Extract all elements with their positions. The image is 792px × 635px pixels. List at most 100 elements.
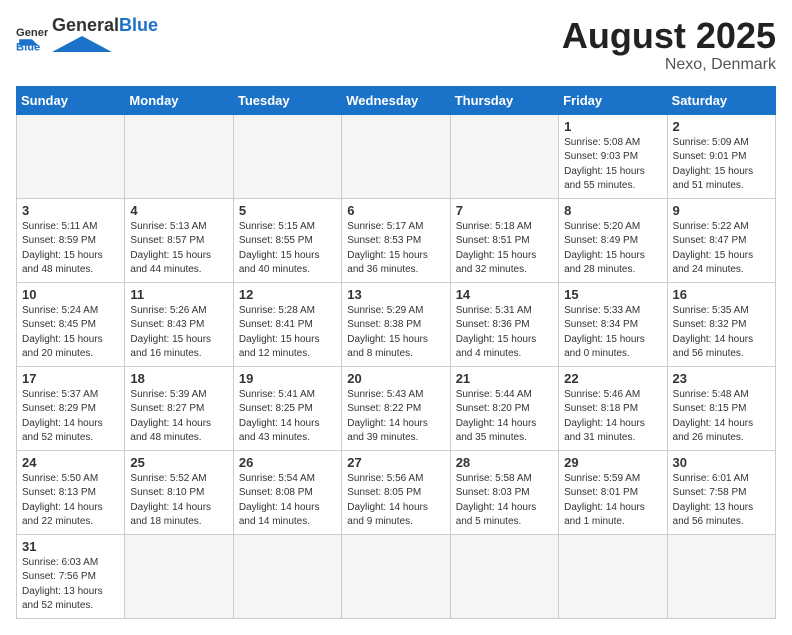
- day-cell: [342, 114, 450, 198]
- day-cell: 26 Sunrise: 5:54 AM Sunset: 8:08 PM Dayli…: [233, 450, 341, 534]
- day-info: Sunrise: 5:39 AM Sunset: 8:27 PM Dayligh…: [130, 388, 227, 446]
- day-info: Sunrise: 5:37 AM Sunset: 8:29 PM Dayligh…: [22, 388, 119, 446]
- day-cell: 28 Sunrise: 5:58 AM Sunset: 8:03 PM Dayli…: [450, 450, 558, 534]
- day-cell: 18Sunrise: 5:39 AM Sunset: 8:27 PM Dayli…: [125, 366, 233, 450]
- day-cell: 17Sunrise: 5:37 AM Sunset: 8:29 PM Dayli…: [17, 366, 125, 450]
- calendar-title: August 2025: [562, 16, 776, 56]
- day-cell: 5Sunrise: 5:15 AM Sunset: 8:55 PM Daylig…: [233, 198, 341, 282]
- day-info: Sunrise: 5:54 AM Sunset: 8:08 PM Dayligh…: [239, 472, 336, 530]
- day-cell: 2 Sunrise: 5:09 AM Sunset: 9:01 PM Daylig…: [667, 114, 775, 198]
- day-info: Sunrise: 5:33 AM Sunset: 8:34 PM Dayligh…: [564, 304, 661, 362]
- page-header: General Blue GeneralBlue August 2025 Nex…: [16, 16, 776, 74]
- calendar-header: SundayMondayTuesdayWednesdayThursdayFrid…: [17, 86, 776, 114]
- day-number: 13: [347, 287, 444, 302]
- day-cell: 8Sunrise: 5:20 AM Sunset: 8:49 PM Daylig…: [559, 198, 667, 282]
- day-cell: 30 Sunrise: 6:01 AM Sunset: 7:58 PM Dayli…: [667, 450, 775, 534]
- day-number: 2: [673, 119, 770, 134]
- day-cell: 6Sunrise: 5:17 AM Sunset: 8:53 PM Daylig…: [342, 198, 450, 282]
- day-cell: 11 Sunrise: 5:26 AM Sunset: 8:43 PM Dayli…: [125, 282, 233, 366]
- day-info: Sunrise: 5:09 AM Sunset: 9:01 PM Dayligh…: [673, 136, 770, 194]
- day-cell: 27 Sunrise: 5:56 AM Sunset: 8:05 PM Dayli…: [342, 450, 450, 534]
- header-day-saturday: Saturday: [667, 86, 775, 114]
- day-number: 22: [564, 371, 661, 386]
- day-info: Sunrise: 5:13 AM Sunset: 8:57 PM Dayligh…: [130, 220, 227, 278]
- header-day-wednesday: Wednesday: [342, 86, 450, 114]
- day-cell: 12 Sunrise: 5:28 AM Sunset: 8:41 PM Dayli…: [233, 282, 341, 366]
- day-cell: 10Sunrise: 5:24 AM Sunset: 8:45 PM Dayli…: [17, 282, 125, 366]
- day-info: Sunrise: 5:56 AM Sunset: 8:05 PM Dayligh…: [347, 472, 444, 530]
- day-cell: 25 Sunrise: 5:52 AM Sunset: 8:10 PM Dayli…: [125, 450, 233, 534]
- day-info: Sunrise: 5:08 AM Sunset: 9:03 PM Dayligh…: [564, 136, 661, 194]
- day-cell: 15Sunrise: 5:33 AM Sunset: 8:34 PM Dayli…: [559, 282, 667, 366]
- day-info: Sunrise: 5:24 AM Sunset: 8:45 PM Dayligh…: [22, 304, 119, 362]
- day-number: 5: [239, 203, 336, 218]
- day-cell: [450, 534, 558, 618]
- day-cell: 19Sunrise: 5:41 AM Sunset: 8:25 PM Dayli…: [233, 366, 341, 450]
- day-number: 11: [130, 287, 227, 302]
- week-row-6: 31Sunrise: 6:03 AM Sunset: 7:56 PM Dayli…: [17, 534, 776, 618]
- day-cell: 21 Sunrise: 5:44 AM Sunset: 8:20 PM Dayli…: [450, 366, 558, 450]
- day-number: 21: [456, 371, 553, 386]
- day-info: Sunrise: 5:22 AM Sunset: 8:47 PM Dayligh…: [673, 220, 770, 278]
- day-cell: 31Sunrise: 6:03 AM Sunset: 7:56 PM Dayli…: [17, 534, 125, 618]
- svg-text:General: General: [16, 27, 48, 39]
- header-day-friday: Friday: [559, 86, 667, 114]
- day-number: 16: [673, 287, 770, 302]
- day-cell: [450, 114, 558, 198]
- day-info: Sunrise: 5:17 AM Sunset: 8:53 PM Dayligh…: [347, 220, 444, 278]
- day-info: Sunrise: 5:26 AM Sunset: 8:43 PM Dayligh…: [130, 304, 227, 362]
- day-number: 29: [564, 455, 661, 470]
- day-number: 1: [564, 119, 661, 134]
- day-number: 12: [239, 287, 336, 302]
- day-info: Sunrise: 5:35 AM Sunset: 8:32 PM Dayligh…: [673, 304, 770, 362]
- day-cell: 23 Sunrise: 5:48 AM Sunset: 8:15 PM Dayli…: [667, 366, 775, 450]
- day-number: 30: [673, 455, 770, 470]
- day-cell: 9Sunrise: 5:22 AM Sunset: 8:47 PM Daylig…: [667, 198, 775, 282]
- day-cell: [559, 534, 667, 618]
- day-cell: [125, 534, 233, 618]
- day-info: Sunrise: 5:58 AM Sunset: 8:03 PM Dayligh…: [456, 472, 553, 530]
- day-number: 14: [456, 287, 553, 302]
- day-info: Sunrise: 5:59 AM Sunset: 8:01 PM Dayligh…: [564, 472, 661, 530]
- day-number: 28: [456, 455, 553, 470]
- day-cell: 3Sunrise: 5:11 AM Sunset: 8:59 PM Daylig…: [17, 198, 125, 282]
- day-info: Sunrise: 5:28 AM Sunset: 8:41 PM Dayligh…: [239, 304, 336, 362]
- week-row-3: 10Sunrise: 5:24 AM Sunset: 8:45 PM Dayli…: [17, 282, 776, 366]
- day-cell: [342, 534, 450, 618]
- day-cell: 16 Sunrise: 5:35 AM Sunset: 8:32 PM Dayli…: [667, 282, 775, 366]
- day-number: 27: [347, 455, 444, 470]
- day-info: Sunrise: 5:52 AM Sunset: 8:10 PM Dayligh…: [130, 472, 227, 530]
- day-info: Sunrise: 5:43 AM Sunset: 8:22 PM Dayligh…: [347, 388, 444, 446]
- day-info: Sunrise: 6:01 AM Sunset: 7:58 PM Dayligh…: [673, 472, 770, 530]
- day-info: Sunrise: 5:44 AM Sunset: 8:20 PM Dayligh…: [456, 388, 553, 446]
- day-cell: 14 Sunrise: 5:31 AM Sunset: 8:36 PM Dayli…: [450, 282, 558, 366]
- day-cell: 1 Sunrise: 5:08 AM Sunset: 9:03 PM Daylig…: [559, 114, 667, 198]
- day-cell: 7Sunrise: 5:18 AM Sunset: 8:51 PM Daylig…: [450, 198, 558, 282]
- day-info: Sunrise: 5:20 AM Sunset: 8:49 PM Dayligh…: [564, 220, 661, 278]
- day-cell: 13Sunrise: 5:29 AM Sunset: 8:38 PM Dayli…: [342, 282, 450, 366]
- svg-text:Blue: Blue: [16, 42, 40, 53]
- day-number: 26: [239, 455, 336, 470]
- logo-text: GeneralBlue: [52, 16, 158, 36]
- week-row-2: 3Sunrise: 5:11 AM Sunset: 8:59 PM Daylig…: [17, 198, 776, 282]
- day-info: Sunrise: 5:41 AM Sunset: 8:25 PM Dayligh…: [239, 388, 336, 446]
- day-cell: 20Sunrise: 5:43 AM Sunset: 8:22 PM Dayli…: [342, 366, 450, 450]
- day-cell: [667, 534, 775, 618]
- day-info: Sunrise: 5:31 AM Sunset: 8:36 PM Dayligh…: [456, 304, 553, 362]
- day-number: 7: [456, 203, 553, 218]
- week-row-1: 1 Sunrise: 5:08 AM Sunset: 9:03 PM Daylig…: [17, 114, 776, 198]
- day-info: Sunrise: 5:46 AM Sunset: 8:18 PM Dayligh…: [564, 388, 661, 446]
- calendar-body: 1 Sunrise: 5:08 AM Sunset: 9:03 PM Daylig…: [17, 114, 776, 618]
- day-number: 25: [130, 455, 227, 470]
- calendar-subtitle: Nexo, Denmark: [562, 56, 776, 74]
- header-day-monday: Monday: [125, 86, 233, 114]
- day-cell: [233, 534, 341, 618]
- week-row-5: 24Sunrise: 5:50 AM Sunset: 8:13 PM Dayli…: [17, 450, 776, 534]
- day-cell: 22 Sunrise: 5:46 AM Sunset: 8:18 PM Dayli…: [559, 366, 667, 450]
- day-number: 23: [673, 371, 770, 386]
- day-cell: 4Sunrise: 5:13 AM Sunset: 8:57 PM Daylig…: [125, 198, 233, 282]
- day-cell: [125, 114, 233, 198]
- day-cell: [233, 114, 341, 198]
- day-info: Sunrise: 5:48 AM Sunset: 8:15 PM Dayligh…: [673, 388, 770, 446]
- header-day-thursday: Thursday: [450, 86, 558, 114]
